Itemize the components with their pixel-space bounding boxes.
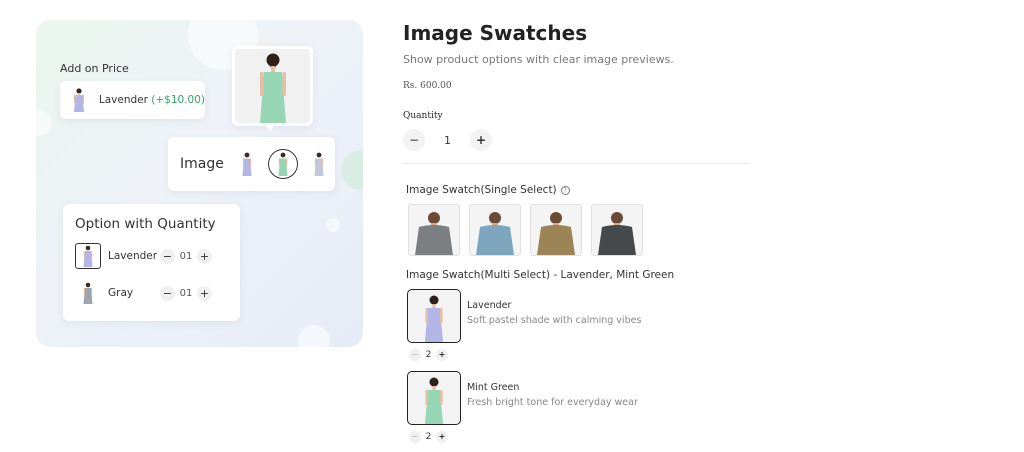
decorative-bubble <box>36 110 52 136</box>
single-select-swatches <box>408 204 643 256</box>
item-quantity: 2 <box>425 431 432 442</box>
mint-green-quantity-stepper: − 2 + <box>409 430 448 443</box>
add-on-price-card: Lavender (+$10.00) <box>60 81 205 119</box>
multi-select-heading: Image Swatch(Multi Select) - Lavender, M… <box>406 269 675 281</box>
option-with-quantity-title: Option with Quantity <box>75 216 216 232</box>
quantity-label: Quantity <box>403 111 443 121</box>
single-select-heading-text: Image Swatch(Single Select) <box>406 184 557 196</box>
mint-green-dress-swatch[interactable] <box>407 371 461 425</box>
decorative-bubble <box>298 325 330 347</box>
sweater-body <box>537 225 575 255</box>
preview-image-card <box>232 46 313 126</box>
lavender-option-thumbnail[interactable] <box>75 243 101 269</box>
option-row-lavender: Lavender − 01 + <box>75 242 228 270</box>
sweater-swatch-khaki[interactable] <box>530 204 582 256</box>
product-title: Image Swatches <box>403 21 588 45</box>
option-quantity: 01 <box>179 287 193 299</box>
sweater-swatch-light-blue[interactable] <box>469 204 521 256</box>
item-description: Fresh bright tone for everyday wear <box>467 397 638 408</box>
item-description: Soft pastel shade with calming vibes <box>467 315 642 326</box>
increase-button[interactable]: + <box>436 430 448 443</box>
sweater-body <box>476 225 514 255</box>
product-subtitle: Show product options with clear image pr… <box>403 53 674 66</box>
promo-card: Add on Price Lavender (+$10.00) Image Op… <box>36 20 363 347</box>
lavender-dress-swatch[interactable] <box>407 289 461 343</box>
decorative-bubble <box>341 150 363 190</box>
multi-select-item-mint-green: Mint Green Fresh bright tone for everyda… <box>407 371 638 425</box>
quantity-stepper: − 1 + <box>403 128 492 152</box>
sweater-body <box>598 225 636 255</box>
item-quantity: 2 <box>425 349 432 360</box>
decrease-button[interactable]: − <box>409 430 421 443</box>
callout-pointer <box>264 124 276 131</box>
image-swatch-label: Image <box>180 156 224 172</box>
sweater-swatch-gray[interactable] <box>408 204 460 256</box>
gray-option-thumbnail[interactable] <box>75 280 101 306</box>
single-select-heading: Image Swatch(Single Select) ? <box>406 184 570 196</box>
mint-green-swatch-selected[interactable] <box>267 149 298 179</box>
multi-select-item-lavender: Lavender Soft pastel shade with calming … <box>407 289 641 343</box>
option-name: Gray <box>108 287 134 299</box>
quantity-decrease-button[interactable]: − <box>403 129 425 151</box>
lavender-quantity-stepper: − 2 + <box>409 348 448 361</box>
decrease-button[interactable]: − <box>409 348 421 361</box>
decrease-button[interactable]: − <box>160 285 175 301</box>
quantity-value[interactable]: 1 <box>425 134 470 147</box>
lavender-swatch[interactable] <box>236 149 258 179</box>
decorative-bubble <box>326 218 340 232</box>
decrease-button[interactable]: − <box>160 248 175 264</box>
increase-button[interactable]: + <box>197 248 212 264</box>
option-quantity: 01 <box>179 250 193 262</box>
product-price: Rs. 600.00 <box>403 81 452 91</box>
item-name: Lavender <box>467 300 512 311</box>
gray-swatch[interactable] <box>308 149 330 179</box>
lavender-dress-thumbnail <box>68 87 90 113</box>
item-name: Mint Green <box>467 382 520 393</box>
add-on-variant-name: Lavender <box>98 94 148 106</box>
section-divider <box>403 163 749 164</box>
option-row-gray: Gray − 01 + <box>75 279 228 307</box>
increase-button[interactable]: + <box>436 348 448 361</box>
quantity-increase-button[interactable]: + <box>470 129 492 151</box>
sweater-swatch-charcoal[interactable] <box>591 204 643 256</box>
add-on-price-label: Add on Price <box>60 62 129 75</box>
add-on-price-value: (+$10.00) <box>151 94 205 106</box>
help-icon[interactable]: ? <box>560 185 570 195</box>
sweater-body <box>415 225 453 255</box>
mint-dress-preview <box>235 49 310 123</box>
image-swatch-card: Image <box>168 137 335 191</box>
option-name: Lavender <box>108 250 158 262</box>
option-with-quantity-card: Option with Quantity Lavender − 01 + Gra… <box>63 204 240 321</box>
increase-button[interactable]: + <box>197 285 212 301</box>
